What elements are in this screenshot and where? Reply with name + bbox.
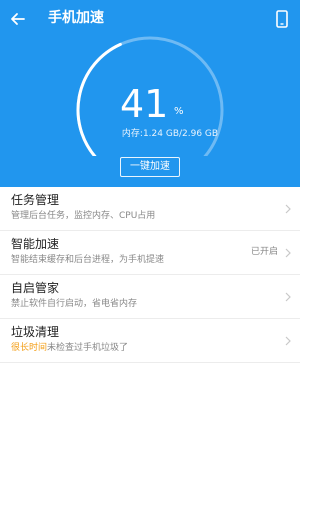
list-item-task-manager[interactable]: 任务管理 管理后台任务，监控内存、CPU占用 xyxy=(0,187,300,231)
list-item-subtitle: 管理后台任务，监控内存、CPU占用 xyxy=(11,211,156,221)
list-item-title: 自启管家 xyxy=(11,281,60,295)
list-item-title: 智能加速 xyxy=(11,237,60,251)
feature-list: 任务管理 管理后台任务，监控内存、CPU占用 智能加速 智能结束缓存和后台进程，… xyxy=(0,187,300,363)
list-item-subtitle: 智能结束缓存和后台进程，为手机提速 xyxy=(11,255,165,265)
chevron-right-icon xyxy=(285,292,291,302)
percent-unit: % xyxy=(174,106,184,117)
chevron-right-icon xyxy=(285,336,291,346)
list-item-subtitle: 很长时间未检查过手机垃圾了 xyxy=(11,342,128,354)
list-item-subtitle: 禁止软件自行启动，省电省内存 xyxy=(11,299,138,309)
page-title: 手机加速 xyxy=(48,10,104,26)
list-item-junk-clean[interactable]: 垃圾清理 很长时间未检查过手机垃圾了 xyxy=(0,319,300,363)
list-item-autostart-manager[interactable]: 自启管家 禁止软件自行启动，省电省内存 xyxy=(0,275,300,319)
one-key-boost-button[interactable]: 一键加速 xyxy=(120,157,180,177)
phone-icon[interactable] xyxy=(274,9,290,29)
list-item-smart-boost[interactable]: 智能加速 智能结束缓存和后台进程，为手机提速 已开启 xyxy=(0,231,300,275)
memory-usage-text: 内存:1.24 GB/2.96 GB xyxy=(121,129,219,139)
status-label: 已开启 xyxy=(250,247,278,257)
highlight-text: 很长时间 xyxy=(11,343,48,353)
list-item-title: 任务管理 xyxy=(11,193,60,207)
memory-percent: 41 xyxy=(120,82,169,126)
back-arrow-icon[interactable] xyxy=(8,9,28,29)
chevron-right-icon xyxy=(285,204,291,214)
list-item-title: 垃圾清理 xyxy=(11,325,60,339)
chevron-right-icon xyxy=(285,248,291,258)
subtitle-rest: 未检查过手机垃圾了 xyxy=(47,343,129,353)
